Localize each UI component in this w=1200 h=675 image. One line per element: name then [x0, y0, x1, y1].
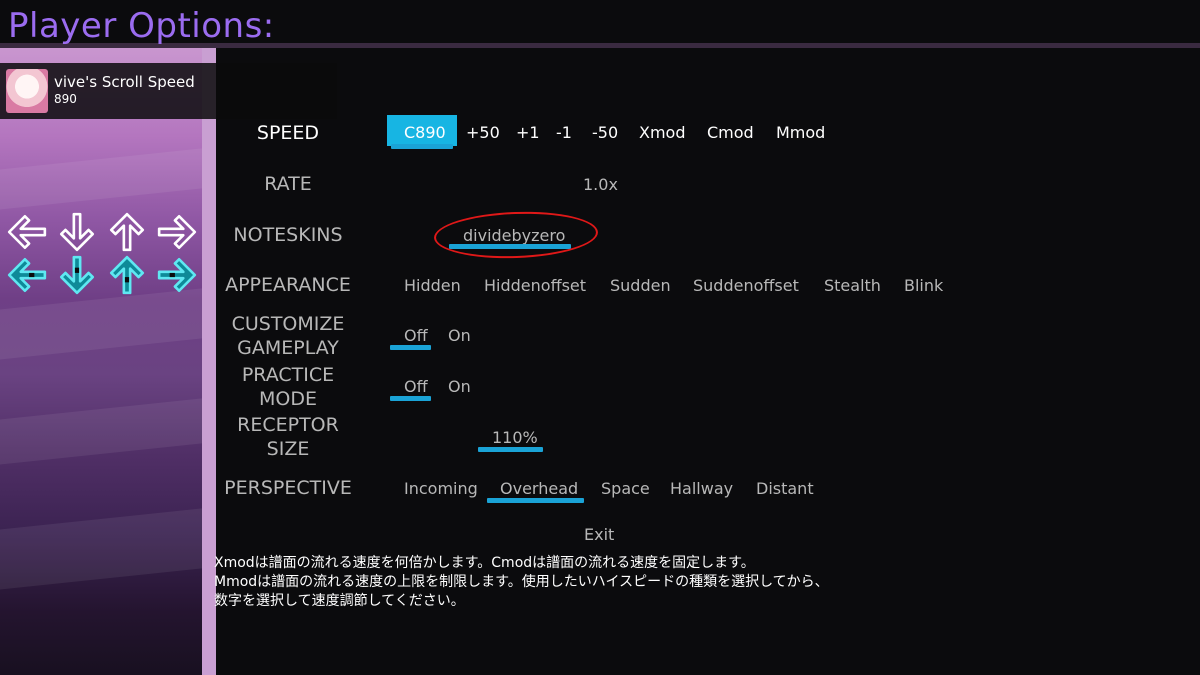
down-arrow-icon — [56, 254, 98, 296]
right-arrow-icon — [156, 211, 198, 253]
page-title: Player Options: — [8, 6, 275, 46]
perspective-label: PERSPECTIVE — [224, 477, 352, 499]
appearance-label: APPEARANCE — [225, 274, 351, 296]
help-line-3: 数字を選択して速度調節してください。 — [214, 593, 465, 609]
left-arrow-icon — [6, 211, 48, 253]
appearance-choice-hidden[interactable]: Hidden — [404, 276, 461, 295]
profile-speed-value: 890 — [54, 92, 77, 106]
speed-cursor — [391, 144, 453, 149]
practice-mode-label-line1: PRACTICE — [241, 364, 335, 386]
appearance-choice-hiddenoffset[interactable]: Hiddenoffset — [484, 276, 586, 295]
perspective-choice-incoming[interactable]: Incoming — [404, 479, 478, 498]
appearance-choice-suddenoffset[interactable]: Suddenoffset — [693, 276, 799, 295]
perspective-choice-hallway[interactable]: Hallway — [670, 479, 733, 498]
rate-value[interactable]: 1.0x — [583, 175, 618, 194]
help-line-1: Xmodは譜面の流れる速度を何倍かします。Cmodは譜面の流れる速度を固定します… — [214, 555, 755, 571]
rate-label: RATE — [264, 173, 312, 195]
receptor-size-label-line2: SIZE — [266, 438, 310, 460]
receptor-row-outline — [6, 211, 198, 253]
speed-label: SPEED — [256, 122, 320, 144]
right-arrow-icon — [156, 254, 198, 296]
up-arrow-icon — [106, 211, 148, 253]
receptor-row-filled — [6, 254, 198, 296]
speed-choice-xmod[interactable]: Xmod — [639, 123, 686, 142]
appearance-choice-sudden[interactable]: Sudden — [610, 276, 671, 295]
customize-gameplay-on[interactable]: On — [448, 326, 471, 345]
speed-choice-minus1[interactable]: -1 — [556, 123, 572, 142]
avatar — [6, 69, 48, 113]
help-line-2: Mmodは譜面の流れる速度の上限を制限します。使用したいハイスピードの種類を選択… — [214, 574, 829, 590]
profile-name: vive's Scroll Speed — [54, 73, 195, 91]
up-arrow-icon — [106, 254, 148, 296]
speed-choice-plus1[interactable]: +1 — [516, 123, 540, 142]
customize-gameplay-cursor — [390, 345, 431, 350]
perspective-choice-overhead[interactable]: Overhead — [500, 479, 578, 498]
speed-choice-cmod[interactable]: Cmod — [707, 123, 754, 142]
help-description: Xmodは譜面の流れる速度を何倍かします。Cmodは譜面の流れる速度を固定します… — [214, 554, 829, 611]
speed-choice-c890[interactable]: C890 — [404, 123, 446, 142]
practice-mode-label-line2: MODE — [259, 388, 317, 410]
noteskins-label: NOTESKINS — [233, 224, 343, 246]
receptor-size-cursor — [478, 447, 543, 452]
speed-choice-mmod[interactable]: Mmod — [776, 123, 825, 142]
appearance-choice-blink[interactable]: Blink — [904, 276, 943, 295]
customize-gameplay-off[interactable]: Off — [404, 326, 428, 345]
perspective-cursor — [487, 498, 584, 503]
practice-mode-cursor — [390, 396, 431, 401]
speed-choice-minus50[interactable]: -50 — [592, 123, 618, 142]
perspective-choice-distant[interactable]: Distant — [756, 479, 814, 498]
down-arrow-icon — [56, 211, 98, 253]
left-arrow-icon — [6, 254, 48, 296]
practice-mode-off[interactable]: Off — [404, 377, 428, 396]
exit-button[interactable]: Exit — [584, 525, 614, 544]
customize-gameplay-label-line1: CUSTOMIZE — [231, 313, 345, 335]
customize-gameplay-label-line2: GAMEPLAY — [237, 337, 339, 359]
speed-choice-plus50[interactable]: +50 — [466, 123, 500, 142]
left-decor-panel — [0, 48, 202, 675]
red-highlight-circle — [433, 209, 599, 261]
practice-mode-on[interactable]: On — [448, 377, 471, 396]
receptor-size-label-line1: RECEPTOR — [237, 414, 339, 436]
profile-card: vive's Scroll Speed 890 — [0, 63, 337, 119]
receptor-size-value[interactable]: 110% — [492, 428, 538, 447]
appearance-choice-stealth[interactable]: Stealth — [824, 276, 881, 295]
perspective-choice-space[interactable]: Space — [601, 479, 650, 498]
